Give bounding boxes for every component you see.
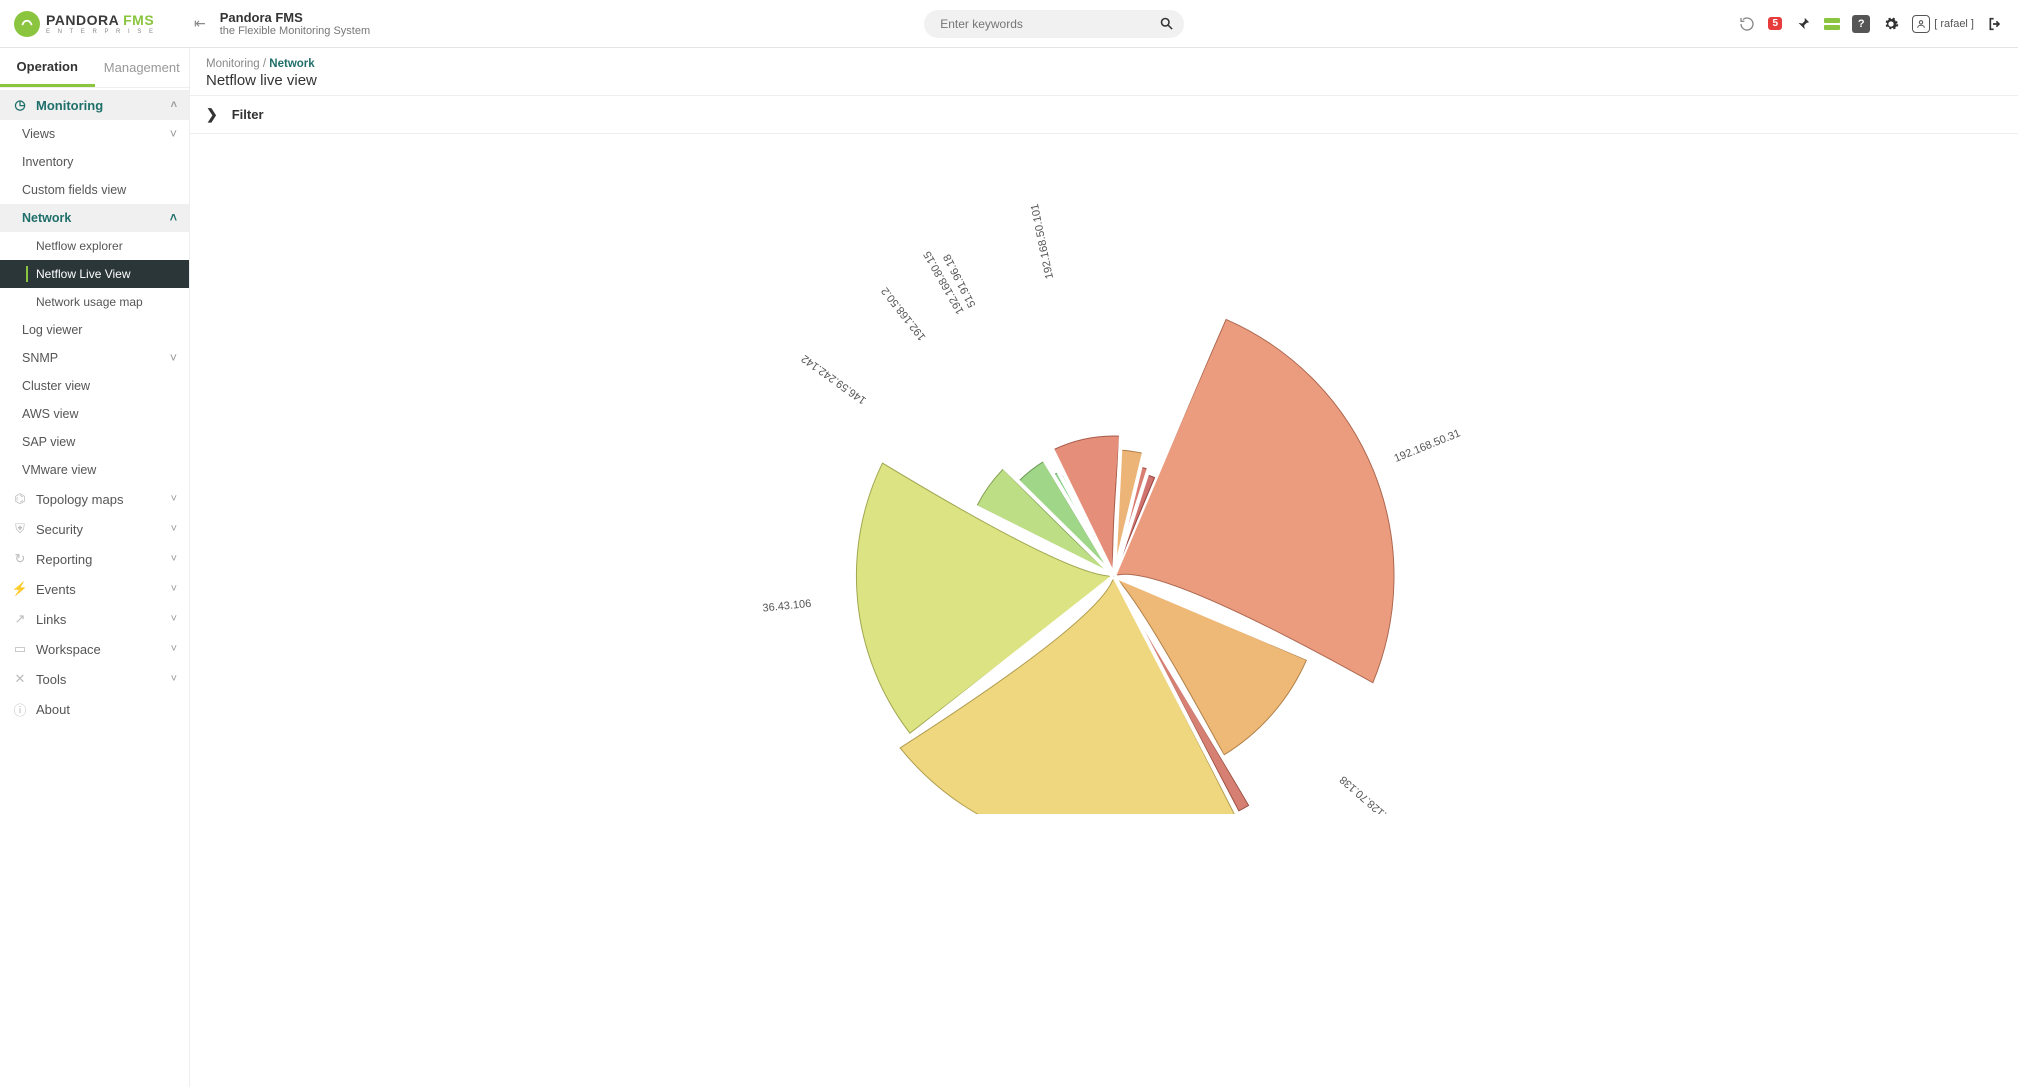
filter-label: Filter [232,107,264,122]
chart-slice-label: 192.168.50.101 [1029,203,1056,280]
sidebar-menu: ◷ Monitoring ˄ Views˅ Inventory Custom f… [0,88,189,724]
app-subtitle: the Flexible Monitoring System [220,25,370,37]
menu-inventory[interactable]: Inventory [0,148,189,176]
user-label: [ rafael ] [1934,18,1974,30]
page-title: Netflow live view [206,72,2002,89]
breadcrumb: Monitoring / Network [206,58,2002,70]
chart-area: 192.168.50.3157.128.70.13854.198.86.2417… [190,134,2018,814]
main-content: Monitoring / Network Netflow live view ❯… [190,48,2018,1087]
menu-log-viewer[interactable]: Log viewer [0,316,189,344]
menu-events[interactable]: ⚡Events˅ [0,574,189,604]
menu-links[interactable]: ↗Links˅ [0,604,189,634]
menu-reporting[interactable]: ↻Reporting˅ [0,544,189,574]
topbar-icons: 5 ? [ rafael ] [1738,15,2004,33]
filter-bar: ❯ Filter [190,96,2018,134]
breadcrumb-leaf[interactable]: Network [269,58,314,70]
chart-slice-label: 57.128.70.138 [1338,773,1399,814]
info-icon: ⓘ [12,701,28,717]
links-icon: ↗ [12,611,28,627]
pin-icon[interactable] [1794,15,1812,33]
logo-text: PANDORA FMS E N T E R P R I S E [46,13,156,35]
topology-icon: ⌬ [12,491,28,507]
breadcrumb-root[interactable]: Monitoring [206,58,260,70]
chart-slice-label: 36.43.106 [762,598,812,615]
monitoring-icon: ◷ [12,97,28,113]
help-icon[interactable]: ? [1852,15,1870,33]
collapse-sidebar-icon[interactable]: ⇤ [194,15,206,32]
search-icon[interactable] [1159,16,1174,34]
chart-slice-label: 192.168.50.2 [879,285,928,343]
menu-aws-view[interactable]: AWS view [0,400,189,428]
menu-network-usage-map[interactable]: Network usage map [0,288,189,316]
refresh-icon[interactable] [1738,15,1756,33]
search-input[interactable] [924,10,1184,38]
chart-slice-label: 192.168.50.31 [1392,427,1462,464]
menu-workspace[interactable]: ▭Workspace˅ [0,634,189,664]
menu-network[interactable]: Network˄ [0,204,189,232]
workspace-icon: ▭ [12,641,28,657]
app-title: Pandora FMS [220,10,370,25]
topbar: PANDORA FMS E N T E R P R I S E ⇤ Pandor… [0,0,2018,48]
tab-operation[interactable]: Operation [0,48,95,87]
sidebar: Operation Management ◷ Monitoring ˄ View… [0,48,190,1087]
search-box [924,10,1184,38]
gear-icon[interactable] [1882,15,1900,33]
menu-cluster-view[interactable]: Cluster view [0,372,189,400]
shield-icon: ⛨ [12,521,28,537]
menu-monitoring[interactable]: ◷ Monitoring ˄ [0,90,189,120]
alerts-badge[interactable]: 5 [1768,17,1782,30]
tools-icon: ✕ [12,671,28,687]
menu-views[interactable]: Views˅ [0,120,189,148]
app-title-block: Pandora FMS the Flexible Monitoring Syst… [206,10,370,37]
chevron-up-icon: ˄ [171,99,177,111]
filter-expand-icon[interactable]: ❯ [206,106,218,123]
menu-about[interactable]: ⓘAbout [0,694,189,724]
menu-netflow-explorer[interactable]: Netflow explorer [0,232,189,260]
tab-management[interactable]: Management [95,48,190,87]
menu-tools[interactable]: ✕Tools˅ [0,664,189,694]
logout-icon[interactable] [1986,15,2004,33]
netflow-pie-chart[interactable]: 192.168.50.3157.128.70.13854.198.86.2417… [694,146,1514,814]
menu-snmp[interactable]: SNMP˅ [0,344,189,372]
menu-sap-view[interactable]: SAP view [0,428,189,456]
menu-topology-maps[interactable]: ⌬Topology maps˅ [0,484,189,514]
breadcrumb-bar: Monitoring / Network Netflow live view [190,48,2018,96]
menu-custom-fields[interactable]: Custom fields view [0,176,189,204]
logo-badge-icon [14,11,40,37]
chart-slice-label: 146.59.242.142 [799,352,868,406]
events-icon: ⚡ [12,581,28,597]
reporting-icon: ↻ [12,551,28,567]
avatar-icon [1912,15,1930,33]
status-bars-icon[interactable] [1824,18,1840,30]
user-menu[interactable]: [ rafael ] [1912,15,1974,33]
menu-vmware-view[interactable]: VMware view [0,456,189,484]
menu-security[interactable]: ⛨Security˅ [0,514,189,544]
menu-netflow-live-view[interactable]: Netflow Live View [0,260,189,288]
app-logo[interactable]: PANDORA FMS E N T E R P R I S E [14,11,190,37]
